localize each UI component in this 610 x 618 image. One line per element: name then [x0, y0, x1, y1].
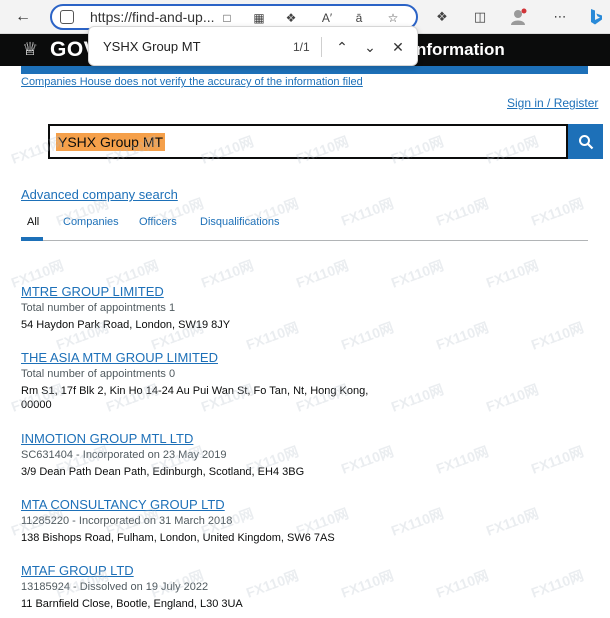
- result-title-link[interactable]: INMOTION GROUP MTL LTD: [21, 431, 581, 446]
- result-address: 3/9 Dean Path Dean Path, Edinburgh, Scot…: [21, 466, 305, 478]
- read-aloud-icon[interactable]: A′: [318, 9, 336, 27]
- search-icon: [578, 134, 593, 149]
- tab-disqualifications[interactable]: Disqualifications: [200, 216, 279, 228]
- advanced-search-link[interactable]: Advanced company search: [21, 187, 178, 202]
- result-meta: Total number of appointments 0: [21, 368, 176, 380]
- search-input[interactable]: YSHX Group MT: [56, 133, 166, 151]
- chevron-up-icon[interactable]: ⌃: [331, 36, 353, 58]
- result-meta: Total number of appointments 1: [21, 302, 176, 314]
- service-name[interactable]: nformation: [416, 40, 505, 60]
- reader-view-icon[interactable]: □: [218, 9, 236, 27]
- favorite-star-icon[interactable]: ☆: [384, 9, 402, 27]
- close-icon[interactable]: ✕: [387, 36, 409, 58]
- profile-icon[interactable]: [508, 7, 528, 27]
- header-blue-bar: [21, 66, 588, 74]
- translate-icon[interactable]: ā: [350, 9, 368, 27]
- bing-icon[interactable]: [586, 7, 606, 27]
- sign-in-link[interactable]: Sign in / Register: [507, 96, 598, 110]
- result-meta: 13185924 - Dissolved on 19 July 2022: [21, 581, 209, 593]
- find-in-page-bar: YSHX Group MT 1/1 ⌃ ⌄ ✕: [88, 26, 418, 66]
- result-address: Rm S1, 17f Blk 2, Kin Ho 14-24 Au Pui Wa…: [21, 385, 369, 411]
- crown-icon: ♕: [22, 39, 39, 59]
- result-meta: SC631404 - Incorporated on 23 May 2019: [21, 449, 227, 461]
- grid-icon[interactable]: ▦: [250, 9, 268, 27]
- result-title-link[interactable]: MTAF GROUP LTD: [21, 563, 581, 578]
- chevron-down-icon[interactable]: ⌄: [359, 36, 381, 58]
- list-item: MTA CONSULTANCY GROUP LTD 11285220 - Inc…: [21, 497, 581, 545]
- result-address: 138 Bishops Road, Fulham, London, United…: [21, 532, 335, 544]
- info-icon[interactable]: [60, 10, 74, 24]
- list-item: INMOTION GROUP MTL LTD SC631404 - Incorp…: [21, 431, 581, 479]
- result-title-link[interactable]: THE ASIA MTM GROUP LIMITED: [21, 350, 581, 365]
- result-title-link[interactable]: MTRE GROUP LIMITED: [21, 284, 581, 299]
- extensions-icon[interactable]: ❖: [432, 7, 452, 27]
- results-tabs: All Companies Officers Disqualifications: [21, 216, 588, 241]
- active-tab-indicator: [21, 237, 43, 241]
- result-address: 11 Barnfield Close, Bootle, England, L30…: [21, 598, 243, 610]
- list-item: MTAF GROUP LTD 13185924 - Dissolved on 1…: [21, 563, 581, 611]
- tab-all[interactable]: All: [27, 216, 39, 228]
- result-title-link[interactable]: MTA CONSULTANCY GROUP LTD: [21, 497, 581, 512]
- disclaimer-link[interactable]: Companies House does not verify the accu…: [21, 76, 363, 88]
- find-input[interactable]: YSHX Group MT: [103, 39, 201, 54]
- list-item: THE ASIA MTM GROUP LIMITED Total number …: [21, 350, 581, 412]
- tab-officers[interactable]: Officers: [139, 216, 177, 228]
- extension-puzzle-icon[interactable]: ❖: [282, 9, 300, 27]
- search-box[interactable]: YSHX Group MT: [48, 124, 568, 159]
- find-divider: [321, 37, 322, 57]
- url-text: https://find-and-up...: [90, 9, 215, 25]
- split-screen-icon[interactable]: ◫: [470, 7, 490, 27]
- more-icon[interactable]: ⋯: [550, 7, 570, 27]
- search-button[interactable]: [568, 124, 603, 159]
- result-meta: 11285220 - Incorporated on 31 March 2018: [21, 515, 233, 527]
- list-item: MTRE GROUP LIMITED Total number of appoi…: [21, 284, 581, 332]
- tab-companies[interactable]: Companies: [63, 216, 119, 228]
- back-arrow-icon[interactable]: ←: [12, 6, 34, 28]
- result-address: 54 Haydon Park Road, London, SW19 8JY: [21, 319, 231, 331]
- find-match-count: 1/1: [293, 40, 310, 54]
